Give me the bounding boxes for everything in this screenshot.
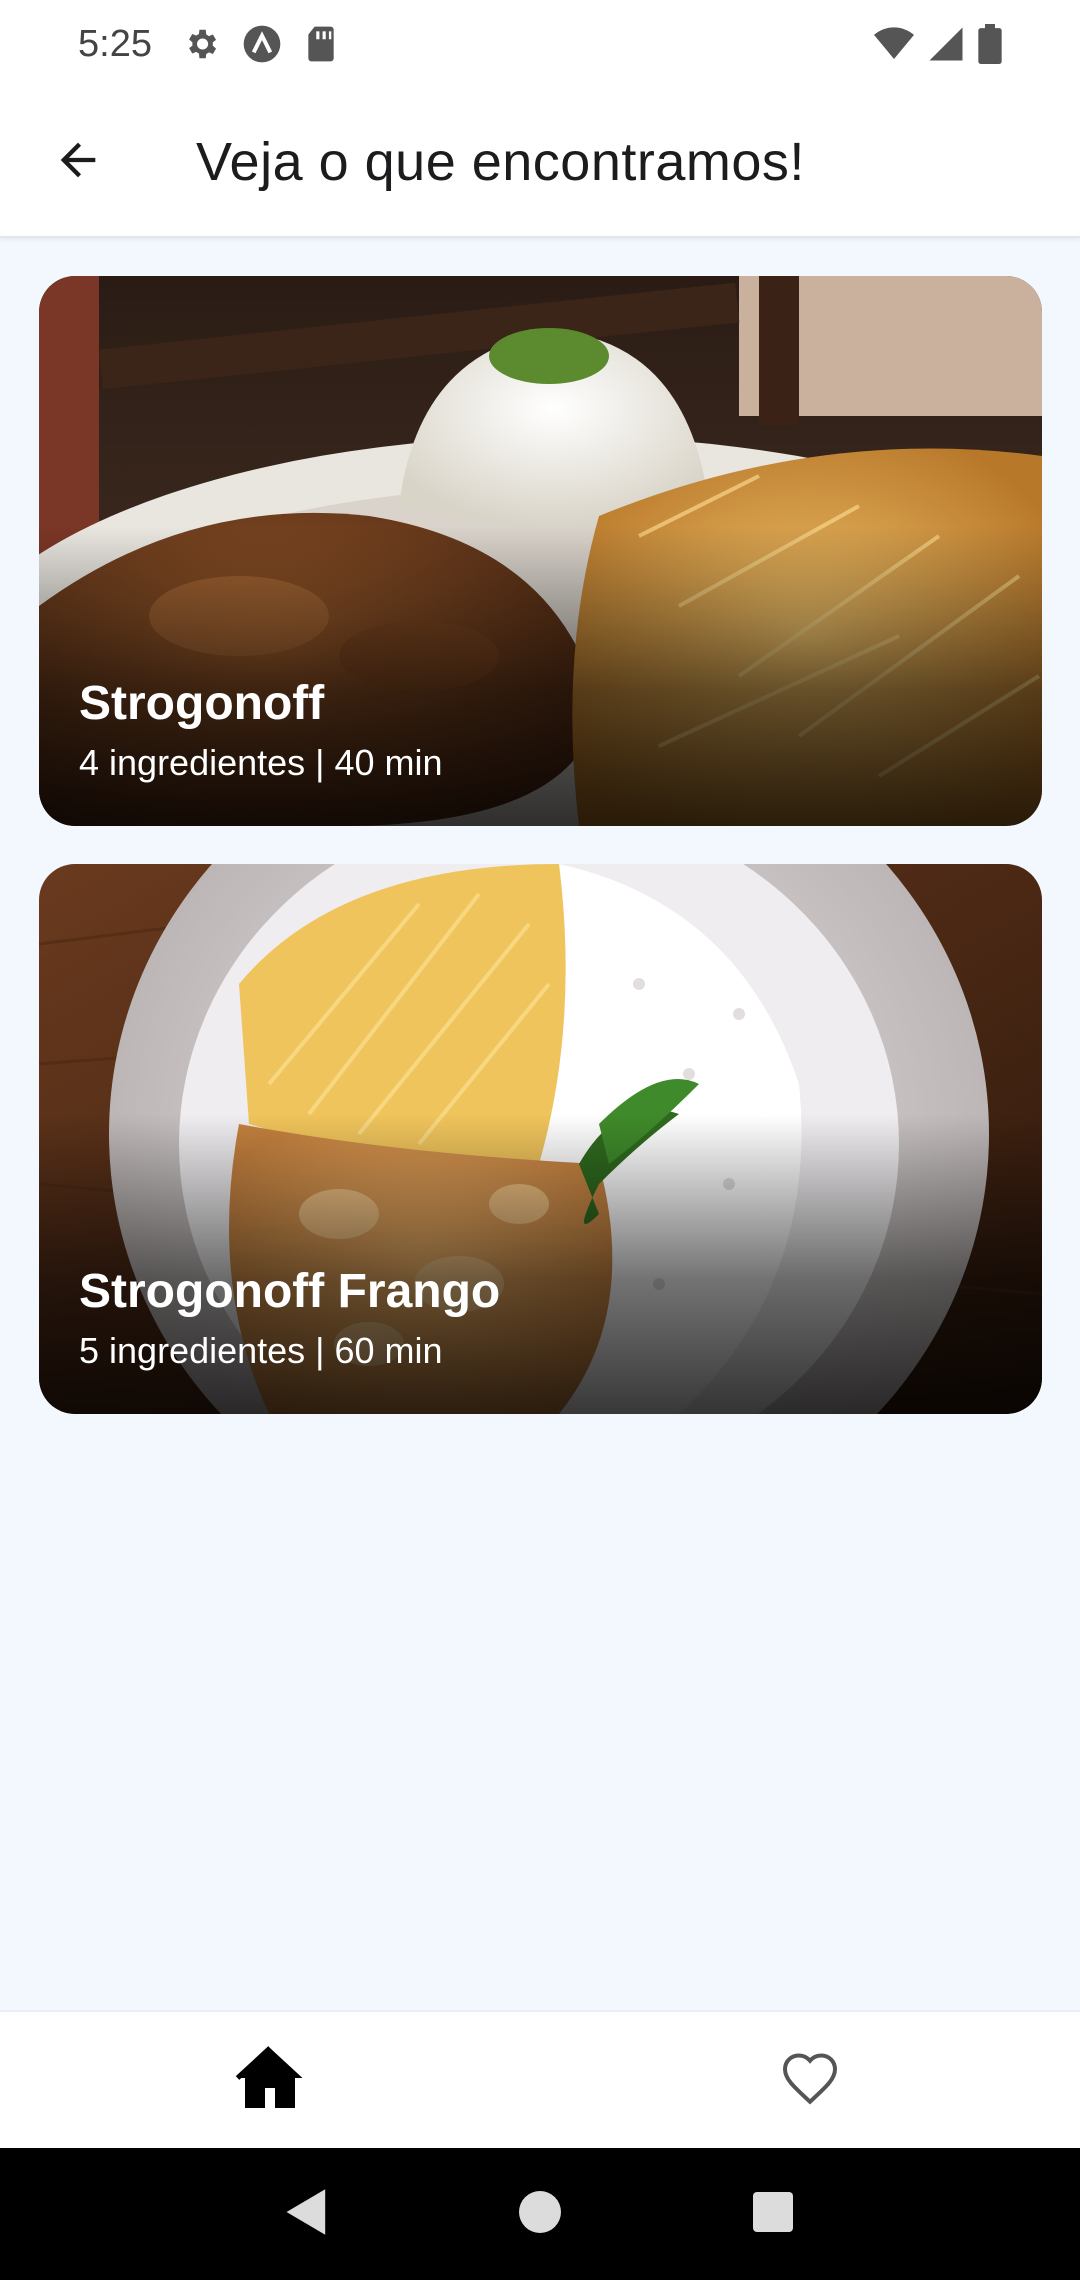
- page-title: Veja o que encontramos!: [196, 132, 805, 192]
- recipe-list: Strogonoff 4 ingredientes | 40 min Strog…: [0, 238, 1080, 2010]
- back-button[interactable]: [30, 114, 126, 210]
- wifi-icon: [874, 26, 914, 62]
- home-circle-icon: [518, 2190, 561, 2238]
- signal-icon: [928, 26, 964, 62]
- status-icons-left: [182, 24, 338, 64]
- app-a-icon: [242, 24, 282, 64]
- status-time: 5:25: [78, 22, 152, 65]
- back-triangle-icon: [284, 2187, 330, 2242]
- status-icons-right: [874, 24, 1002, 64]
- status-bar: 5:25: [0, 0, 1080, 88]
- recipe-meta: 5 ingredientes | 60 min: [79, 1330, 443, 1371]
- nav-home[interactable]: [0, 2011, 540, 2149]
- gear-icon: [182, 25, 220, 63]
- app-bar: Veja o que encontramos!: [0, 88, 1080, 238]
- battery-icon: [978, 24, 1002, 64]
- recipe-title: Strogonoff Frango: [79, 1265, 501, 1318]
- sd-card-icon: [304, 25, 338, 63]
- system-home-button[interactable]: [500, 2174, 580, 2254]
- recents-square-icon: [753, 2191, 794, 2237]
- system-back-button[interactable]: [267, 2174, 347, 2254]
- heart-icon: [780, 2050, 840, 2111]
- system-recents-button[interactable]: [733, 2174, 813, 2254]
- recipe-card[interactable]: Strogonoff Frango 5 ingredientes | 60 mi…: [39, 864, 1042, 1414]
- nav-favorites[interactable]: [540, 2011, 1080, 2149]
- recipe-card[interactable]: Strogonoff 4 ingredientes | 40 min: [39, 276, 1042, 826]
- arrow-back-icon: [52, 134, 104, 191]
- system-navigation-bar: [0, 2148, 1080, 2280]
- recipe-meta: 4 ingredientes | 40 min: [79, 742, 443, 783]
- bottom-navigation: [0, 2010, 1080, 2148]
- home-icon: [235, 2045, 305, 2116]
- recipe-title: Strogonoff: [79, 677, 325, 730]
